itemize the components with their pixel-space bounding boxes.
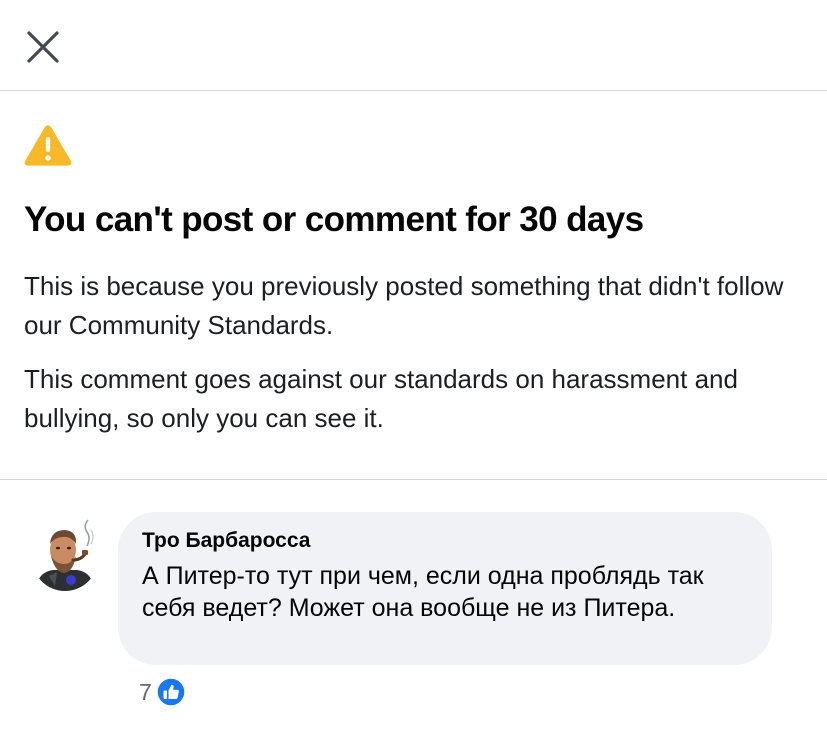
warning-triangle-icon xyxy=(24,125,72,166)
reaction-summary[interactable]: 7 xyxy=(139,676,186,708)
comment-text: А Питер-то тут при чем, если одна пробля… xyxy=(142,562,704,622)
comment-bubble: Тро Барбаросса А Питер-то тут при чем, е… xyxy=(118,512,772,665)
notice-detail: This comment goes against our standards … xyxy=(24,364,738,433)
notice-explanation: This is because you previously posted so… xyxy=(24,271,784,340)
close-button[interactable] xyxy=(22,26,64,68)
dialog-header xyxy=(0,0,827,91)
comment-author[interactable]: Тро Барбаросса xyxy=(142,529,310,553)
reaction-count: 7 xyxy=(139,678,152,705)
notice-title: You can't post or comment for 30 days xyxy=(24,200,644,239)
restriction-notice: You can't post or comment for 30 days Th… xyxy=(0,91,827,480)
avatar[interactable] xyxy=(31,516,99,592)
like-icon xyxy=(156,677,186,707)
close-icon[interactable] xyxy=(25,29,61,65)
